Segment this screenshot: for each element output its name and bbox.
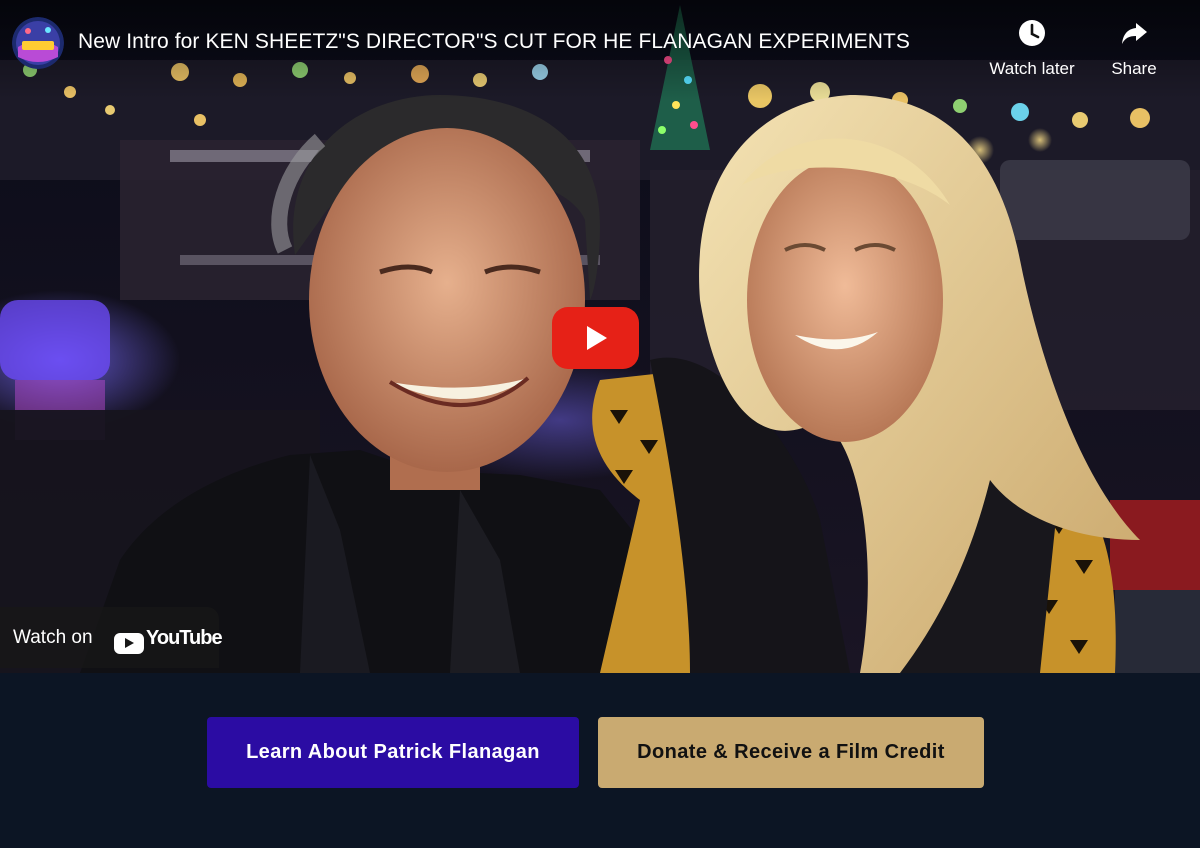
video-embed[interactable]: New Intro for KEN SHEETZ"S DIRECTOR"S CU… [0,0,1200,673]
share-button[interactable]: Share [1098,18,1170,79]
youtube-wordmark: YouTube [146,627,223,649]
watch-on-youtube-button[interactable]: Watch on YouTube [0,607,223,668]
share-arrow-icon [1119,23,1149,52]
share-label: Share [1111,59,1157,78]
play-icon [587,326,607,350]
learn-about-button[interactable]: Learn About Patrick Flanagan [207,717,579,788]
play-button[interactable] [552,307,639,369]
youtube-logo-icon [114,633,144,654]
watch-on-label: Watch on [13,627,93,648]
donate-button[interactable]: Donate & Receive a Film Credit [598,717,984,788]
channel-logo-icon[interactable] [12,17,64,69]
watch-later-label: Watch later [989,59,1075,78]
watch-later-button[interactable]: Watch later [980,18,1084,79]
video-title[interactable]: New Intro for KEN SHEETZ"S DIRECTOR"S CU… [78,30,910,54]
clock-icon [1017,20,1047,52]
